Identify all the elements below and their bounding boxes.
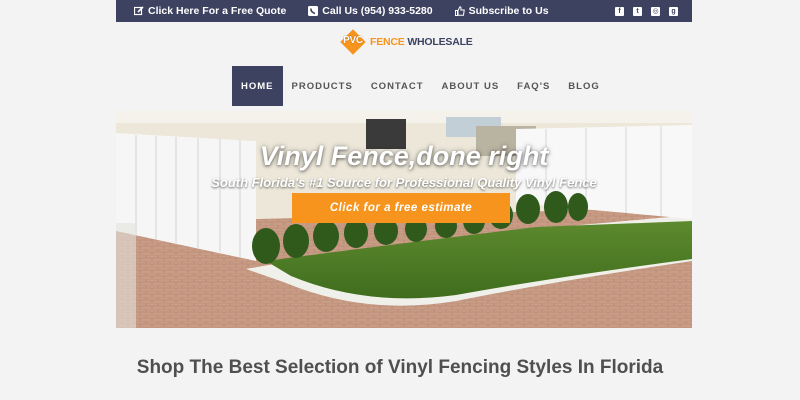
hero-title: Vinyl Fence,done right xyxy=(259,141,549,171)
thumbs-up-icon xyxy=(454,6,465,16)
logo-name-wholesale: WHOLESALE xyxy=(407,36,473,48)
top-bar: Click Here For a Free Quote Call Us (954… xyxy=(116,0,692,22)
free-estimate-button[interactable]: Click for a free estimate xyxy=(292,193,510,223)
nav-item-home[interactable]: HOME xyxy=(232,66,283,106)
twitter-icon[interactable]: t xyxy=(633,6,642,16)
nav-item-faqs[interactable]: FAQ'S xyxy=(508,66,559,106)
nav-item-products[interactable]: PRODUCTS xyxy=(283,66,362,106)
nav-item-blog[interactable]: BLOG xyxy=(559,66,608,106)
subscribe-label: Subscribe to Us xyxy=(468,5,549,17)
logo-mark: PVC xyxy=(338,27,368,57)
google-plus-icon[interactable]: g xyxy=(669,6,678,16)
instagram-icon[interactable]: ◎ xyxy=(651,6,660,16)
hero-banner: Vinyl Fence,done right South Florida's #… xyxy=(116,111,692,328)
hero-subtitle: South Florida's #1 Source for Profession… xyxy=(211,175,597,190)
logo-name-fence: FENCE xyxy=(370,36,405,48)
phone-icon xyxy=(308,6,319,16)
nav-item-contact[interactable]: CONTACT xyxy=(362,66,433,106)
subscribe-link[interactable]: Subscribe to Us xyxy=(454,5,549,17)
call-us-link[interactable]: Call Us (954) 933-5280 xyxy=(308,5,433,17)
free-quote-link[interactable]: Click Here For a Free Quote xyxy=(134,5,286,17)
section-heading: Shop The Best Selection of Vinyl Fencing… xyxy=(136,357,664,378)
nav-item-about-us[interactable]: ABOUT US xyxy=(433,66,509,106)
phone-label: Call Us (954) 933-5280 xyxy=(322,5,433,17)
edit-icon xyxy=(134,6,144,16)
main-nav: HOME PRODUCTS CONTACT ABOUT US FAQ'S BLO… xyxy=(232,66,609,106)
social-links: f t ◎ g xyxy=(615,6,678,16)
site-logo[interactable]: PVC FENCE WHOLESALE xyxy=(338,27,473,57)
logo-text: FENCE WHOLESALE xyxy=(370,36,473,48)
free-quote-label: Click Here For a Free Quote xyxy=(148,5,287,17)
logo-mark-text: PVC xyxy=(343,35,363,46)
facebook-icon[interactable]: f xyxy=(615,6,624,16)
